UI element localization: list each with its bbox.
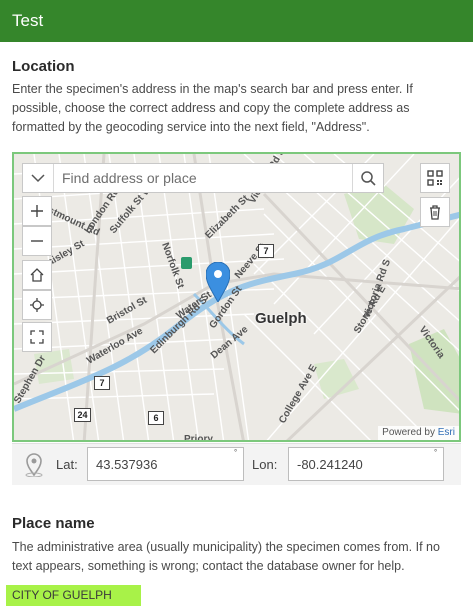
locate-button[interactable] [22, 290, 52, 320]
zoom-in-button[interactable] [22, 196, 52, 226]
locate-icon [30, 298, 44, 312]
map-view[interactable]: Westmount Rd London Rd W Suffolk St W Pa… [12, 152, 461, 442]
attribution-prefix: Powered by [382, 427, 438, 438]
map-pin-icon [25, 453, 43, 477]
map-city-label: Guelph [255, 310, 307, 327]
clear-button[interactable] [420, 197, 450, 227]
location-description: Enter the specimen's address in the map'… [12, 82, 413, 134]
map-search-bar [22, 163, 384, 193]
zoom-out-button[interactable] [22, 226, 52, 256]
map-basemap[interactable]: Westmount Rd London Rd W Suffolk St W Pa… [14, 154, 461, 442]
address-search-input[interactable] [54, 164, 352, 192]
app-header: Test [0, 0, 473, 42]
longitude-input[interactable] [288, 447, 444, 481]
chevron-down-icon [31, 174, 45, 183]
search-button[interactable] [352, 164, 383, 192]
road-shield: 24 [74, 408, 91, 422]
coordinate-bar: Lat: ° Lon: ° [12, 443, 461, 485]
place-name-title: Place name [12, 515, 95, 532]
svg-text:Priory: Priory [184, 434, 213, 442]
search-icon [361, 171, 376, 186]
qr-icon [427, 170, 443, 186]
location-title: Location [12, 58, 75, 75]
longitude-label: Lon: [252, 457, 278, 472]
zoom-in-icon [31, 205, 43, 217]
home-button[interactable] [22, 260, 52, 290]
qr-code-button[interactable] [420, 163, 450, 193]
map-attribution: Powered by Esri [378, 426, 459, 440]
app-title: Test [12, 11, 44, 30]
location-pin-icon[interactable] [206, 262, 230, 302]
trash-icon [430, 205, 440, 220]
latitude-input[interactable] [87, 447, 244, 481]
home-icon [30, 268, 44, 282]
place-name-value: CITY OF GUELPH [6, 585, 141, 606]
place-name-description: The administrative area (usually municip… [12, 540, 440, 573]
road-shield: 7 [258, 244, 274, 258]
latitude-label: Lat: [56, 457, 78, 472]
latitude-spinner[interactable]: ° [234, 449, 237, 457]
search-source-toggle[interactable] [23, 164, 54, 192]
attribution-esri-link[interactable]: Esri [438, 427, 455, 438]
road-shield: 6 [148, 411, 164, 425]
longitude-spinner[interactable]: ° [434, 449, 437, 457]
road-shield: 7 [94, 376, 110, 390]
zoom-out-icon [31, 240, 43, 242]
fullscreen-icon [30, 330, 44, 344]
fullscreen-button[interactable] [22, 322, 52, 352]
